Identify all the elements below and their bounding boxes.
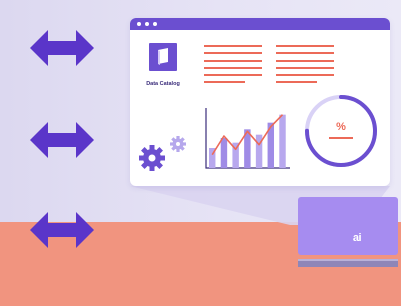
dashboard-window: Data Catalog % (130, 18, 390, 186)
bar-line-chart (205, 108, 290, 169)
text-line (204, 66, 262, 69)
text-line (204, 52, 262, 55)
text-line (204, 59, 262, 62)
text-line (276, 52, 334, 55)
gauge-underline (329, 137, 353, 139)
chart-bar (220, 138, 228, 168)
window-titlebar (130, 18, 390, 30)
text-line (204, 45, 262, 47)
text-line (276, 59, 334, 62)
text-lines-left (204, 45, 262, 89)
chart-bar (255, 134, 263, 168)
gear-icon (139, 136, 186, 171)
catalog-label: Data Catalog (146, 81, 180, 87)
laptop-lid (298, 197, 398, 255)
text-line (276, 81, 317, 84)
text-line (204, 74, 262, 77)
text-line (276, 66, 334, 69)
percentage-gauge: % (305, 95, 377, 167)
text-line (276, 45, 334, 47)
text-line (204, 81, 245, 84)
book-icon (158, 48, 168, 65)
double-arrow-icon (30, 210, 94, 250)
double-arrow-icon (30, 28, 94, 68)
laptop-logo: ai (352, 232, 362, 244)
text-lines-right (276, 45, 334, 89)
chart-bar (279, 114, 286, 168)
double-arrow-icon (30, 120, 94, 160)
gauge-symbol: % (336, 121, 346, 133)
text-line (276, 74, 334, 77)
catalog-tile (149, 43, 177, 71)
window-dot (153, 22, 157, 26)
window-dot (137, 22, 141, 26)
data-catalog: Data Catalog (139, 43, 187, 103)
window-dot (145, 22, 149, 26)
